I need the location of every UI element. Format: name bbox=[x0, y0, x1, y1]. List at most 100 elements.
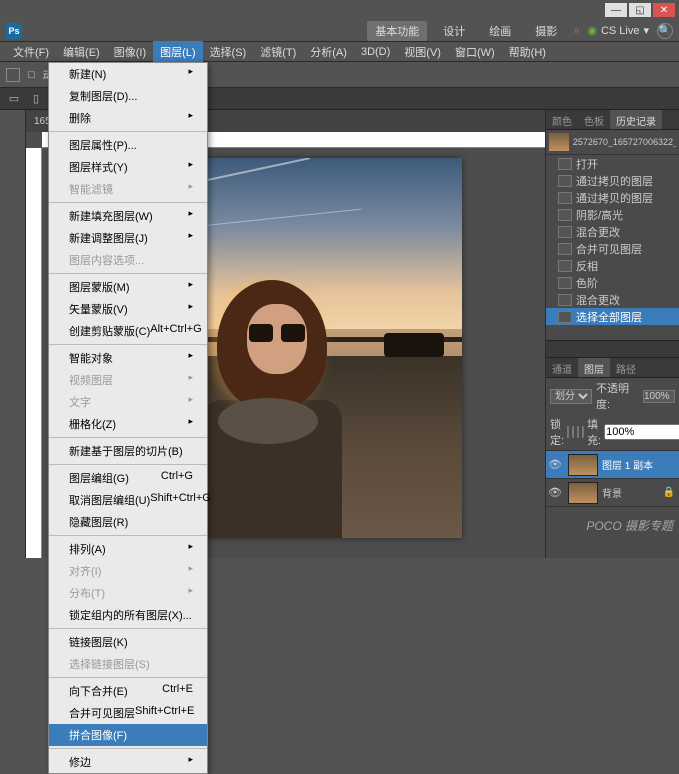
history-doc-name: 2572670_165727006322_2.jpg bbox=[573, 137, 676, 147]
history-item[interactable]: 混合更改 bbox=[546, 291, 679, 308]
search-icon[interactable]: 🔍 bbox=[657, 23, 673, 39]
watermark: POCO 摄影专题 bbox=[586, 517, 673, 534]
menu-image[interactable]: 图像(I) bbox=[107, 41, 153, 63]
history-item[interactable]: 色阶 bbox=[546, 274, 679, 291]
align-icon[interactable]: ▯ bbox=[28, 91, 44, 107]
menu-video-layer: 视频图层 bbox=[49, 369, 207, 391]
menu-new-slice[interactable]: 新建基于图层的切片(B) bbox=[49, 440, 207, 462]
app-header: Ps 基本功能 设计 绘画 摄影 » ◉CS Live▾ 🔍 bbox=[0, 20, 679, 42]
move-tool-icon[interactable] bbox=[6, 68, 20, 82]
menu-edit[interactable]: 编辑(E) bbox=[56, 41, 107, 63]
history-item[interactable]: 打开 bbox=[546, 155, 679, 172]
menu-arrange[interactable]: 排列(A) bbox=[49, 538, 207, 560]
window-restore-button[interactable]: ◱ bbox=[629, 3, 651, 17]
menu-file[interactable]: 文件(F) bbox=[6, 41, 56, 63]
menu-smart-object[interactable]: 智能对象 bbox=[49, 347, 207, 369]
layer-row[interactable]: 👁 图层 1 副本 bbox=[546, 451, 679, 479]
layer-row[interactable]: 👁 背景 🔒 bbox=[546, 479, 679, 507]
menu-filter[interactable]: 滤镜(T) bbox=[253, 41, 303, 63]
menu-layer-properties[interactable]: 图层属性(P)... bbox=[49, 134, 207, 156]
menu-select-linked: 选择链接图层(S) bbox=[49, 653, 207, 675]
fill-label: 填充: bbox=[587, 416, 601, 448]
opacity-input[interactable] bbox=[643, 390, 675, 403]
history-item[interactable]: 阴影/高光 bbox=[546, 206, 679, 223]
history-item[interactable]: 混合更改 bbox=[546, 223, 679, 240]
layer-name[interactable]: 图层 1 副本 bbox=[602, 457, 653, 472]
lock-label: 锁定: bbox=[550, 416, 564, 448]
history-item[interactable]: 选择全部图层 bbox=[546, 308, 679, 325]
menu-distribute: 分布(T) bbox=[49, 582, 207, 604]
menu-lock-all[interactable]: 锁定组内的所有图层(X)... bbox=[49, 604, 207, 626]
window-min-button[interactable]: — bbox=[605, 3, 627, 17]
menu-flatten-image[interactable]: 拼合图像(F) bbox=[49, 724, 207, 746]
lock-transparency-icon[interactable] bbox=[567, 426, 569, 438]
layers-panel-tabs: 通道 图层 路径 bbox=[546, 358, 679, 378]
layer-thumb[interactable] bbox=[568, 482, 598, 504]
panel-divider bbox=[546, 340, 679, 358]
menu-layer-mask[interactable]: 图层蒙版(M) bbox=[49, 276, 207, 298]
menu-analysis[interactable]: 分析(A) bbox=[303, 41, 354, 63]
history-item[interactable]: 通过拷贝的图层 bbox=[546, 172, 679, 189]
menu-bar: 文件(F) 编辑(E) 图像(I) 图层(L) 选择(S) 滤镜(T) 分析(A… bbox=[0, 42, 679, 62]
ruler-vertical bbox=[26, 148, 42, 558]
layer-thumb[interactable] bbox=[568, 454, 598, 476]
tab-channels[interactable]: 通道 bbox=[546, 358, 578, 377]
menu-link-layers[interactable]: 链接图层(K) bbox=[49, 631, 207, 653]
menu-layer[interactable]: 图层(L) bbox=[153, 41, 202, 63]
history-item[interactable]: 反相 bbox=[546, 257, 679, 274]
history-snapshot-thumb[interactable] bbox=[549, 133, 569, 151]
workspace-design[interactable]: 设计 bbox=[435, 21, 473, 41]
left-tool-strip[interactable] bbox=[0, 110, 26, 558]
align-icon[interactable]: ▭ bbox=[6, 91, 22, 107]
menu-layer-style[interactable]: 图层样式(Y) bbox=[49, 156, 207, 178]
menu-type: 文字 bbox=[49, 391, 207, 413]
menu-ungroup-layers[interactable]: 取消图层编组(U)Shift+Ctrl+G bbox=[49, 489, 207, 511]
tab-history[interactable]: 历史记录 bbox=[610, 110, 662, 129]
visibility-icon[interactable]: 👁 bbox=[546, 486, 564, 499]
menu-new-fill-layer[interactable]: 新建填充图层(W) bbox=[49, 205, 207, 227]
menu-align: 对齐(I) bbox=[49, 560, 207, 582]
lock-all-icon[interactable] bbox=[582, 426, 584, 438]
history-panel: 2572670_165727006322_2.jpg 打开 通过拷贝的图层 通过… bbox=[546, 130, 679, 340]
lock-pixels-icon[interactable] bbox=[572, 426, 574, 438]
menu-layer-content-options: 图层内容选项... bbox=[49, 249, 207, 271]
blend-mode-select[interactable]: 划分 bbox=[550, 389, 592, 404]
menu-hide-layers[interactable]: 隐藏图层(R) bbox=[49, 511, 207, 533]
menu-vector-mask[interactable]: 矢量蒙版(V) bbox=[49, 298, 207, 320]
tab-paths[interactable]: 路径 bbox=[610, 358, 642, 377]
tab-swatch[interactable]: 色板 bbox=[578, 110, 610, 129]
menu-group-layers[interactable]: 图层编组(G)Ctrl+G bbox=[49, 467, 207, 489]
menu-new[interactable]: 新建(N) bbox=[49, 63, 207, 85]
menu-rasterize[interactable]: 栅格化(Z) bbox=[49, 413, 207, 435]
workspace-photo[interactable]: 摄影 bbox=[527, 21, 565, 41]
menu-smart-filter: 智能滤镜 bbox=[49, 178, 207, 200]
menu-select[interactable]: 选择(S) bbox=[203, 41, 254, 63]
lock-position-icon[interactable] bbox=[577, 426, 579, 438]
history-item[interactable]: 通过拷贝的图层 bbox=[546, 189, 679, 206]
menu-clipping-mask[interactable]: 创建剪贴蒙版(C)Alt+Ctrl+G bbox=[49, 320, 207, 342]
menu-new-adjustment-layer[interactable]: 新建调整图层(J) bbox=[49, 227, 207, 249]
menu-delete[interactable]: 删除 bbox=[49, 107, 207, 129]
workspace-paint[interactable]: 绘画 bbox=[481, 21, 519, 41]
menu-view[interactable]: 视图(V) bbox=[397, 41, 448, 63]
opacity-label: 不透明度: bbox=[596, 380, 639, 412]
workspace-basic[interactable]: 基本功能 bbox=[367, 21, 427, 41]
menu-help[interactable]: 帮助(H) bbox=[502, 41, 553, 63]
tab-layers[interactable]: 图层 bbox=[578, 358, 610, 377]
history-panel-tabs: 颜色 色板 历史记录 bbox=[546, 110, 679, 130]
cslive-button[interactable]: ◉CS Live▾ bbox=[587, 24, 649, 37]
menu-duplicate-layer[interactable]: 复制图层(D)... bbox=[49, 85, 207, 107]
menu-matting[interactable]: 修边 bbox=[49, 751, 207, 773]
history-item[interactable]: 合并可见图层 bbox=[546, 240, 679, 257]
window-close-button[interactable]: ✕ bbox=[653, 3, 675, 17]
menu-3d[interactable]: 3D(D) bbox=[354, 43, 397, 61]
menu-merge-visible[interactable]: 合并可见图层Shift+Ctrl+E bbox=[49, 702, 207, 724]
lock-icon: 🔒 bbox=[663, 487, 675, 498]
layer-menu-dropdown: 新建(N) 复制图层(D)... 删除 图层属性(P)... 图层样式(Y) 智… bbox=[48, 62, 208, 774]
tab-color[interactable]: 颜色 bbox=[546, 110, 578, 129]
fill-input[interactable] bbox=[604, 424, 679, 440]
visibility-icon[interactable]: 👁 bbox=[546, 458, 564, 471]
layer-name[interactable]: 背景 bbox=[602, 485, 622, 500]
menu-merge-down[interactable]: 向下合并(E)Ctrl+E bbox=[49, 680, 207, 702]
menu-window[interactable]: 窗口(W) bbox=[448, 41, 502, 63]
